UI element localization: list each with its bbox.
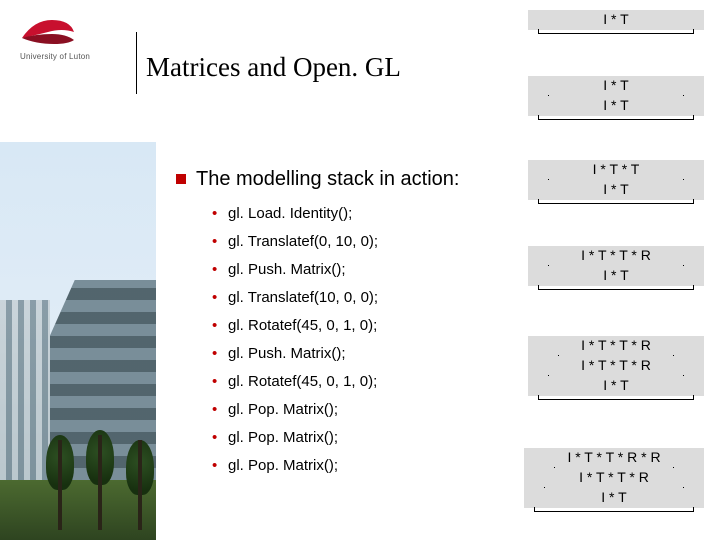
- stack-row-label: I * T: [603, 377, 628, 393]
- code-item: •gl. Push. Matrix();: [212, 256, 378, 284]
- lead-text: The modelling stack in action:: [196, 168, 459, 190]
- stack-row-label: I * T * T * R * R: [567, 449, 660, 465]
- code-item: •gl. Pop. Matrix();: [212, 396, 378, 424]
- stack-row: I * T: [528, 10, 704, 30]
- code-item: •gl. Load. Identity();: [212, 200, 378, 228]
- stack-0: I * T: [528, 10, 704, 30]
- stack-4: I * T * T * R I * T * T * R I * T: [528, 336, 704, 396]
- code-item-text: gl. Translatef(10, 0, 0);: [228, 289, 378, 306]
- code-list: •gl. Load. Identity();•gl. Translatef(0,…: [212, 200, 378, 480]
- bullet-dot-icon: •: [212, 452, 228, 480]
- stack-row-label: I * T: [603, 77, 628, 93]
- code-item-text: gl. Load. Identity();: [228, 205, 352, 222]
- stack-row: I * T: [528, 76, 704, 96]
- logo-swoosh-icon: [18, 14, 78, 50]
- bullet-dot-icon: •: [212, 284, 228, 312]
- code-item-text: gl. Push. Matrix();: [228, 345, 346, 362]
- uni-logo: [18, 14, 78, 50]
- code-item-text: gl. Pop. Matrix();: [228, 457, 338, 474]
- stack-row-label: I * T * T * R: [579, 469, 649, 485]
- header-divider: [136, 32, 137, 94]
- code-item-text: gl. Push. Matrix();: [228, 261, 346, 278]
- code-item-text: gl. Rotatef(45, 0, 1, 0);: [228, 373, 377, 390]
- code-item: •gl. Rotatef(45, 0, 1, 0);: [212, 312, 378, 340]
- stack-row-label: I * T: [603, 181, 628, 197]
- code-item: •gl. Rotatef(45, 0, 1, 0);: [212, 368, 378, 396]
- code-item: •gl. Translatef(10, 0, 0);: [212, 284, 378, 312]
- code-item: •gl. Push. Matrix();: [212, 340, 378, 368]
- stack-row-label: I * T: [601, 489, 626, 505]
- bullet-dot-icon: •: [212, 368, 228, 396]
- bullet-dot-icon: •: [212, 256, 228, 284]
- stack-row-label: I * T: [603, 97, 628, 113]
- slide-title: Matrices and Open. GL: [146, 52, 401, 83]
- stack-1: I * T I * T: [528, 76, 704, 116]
- stack-row-label: I * T * T * R: [581, 247, 651, 263]
- code-item: •gl. Translatef(0, 10, 0);: [212, 228, 378, 256]
- stack-row: I * T * T: [528, 160, 704, 180]
- stack-row: I * T * T * R: [524, 468, 704, 488]
- stack-row-label: I * T: [603, 11, 628, 27]
- bullet-dot-icon: •: [212, 312, 228, 340]
- code-item: •gl. Pop. Matrix();: [212, 424, 378, 452]
- code-item-text: gl. Pop. Matrix();: [228, 429, 338, 446]
- matrix-stacks: I * T I * T I * T I * T * T I * T I * T * …: [530, 0, 720, 540]
- stack-row: I * T * T * R: [528, 336, 704, 356]
- stack-row: I * T: [528, 266, 704, 286]
- stack-row-label: I * T * T * R: [581, 357, 651, 373]
- stack-row: I * T * T * R: [528, 246, 704, 266]
- stack-row-label: I * T: [603, 267, 628, 283]
- bullet-dot-icon: •: [212, 424, 228, 452]
- stack-2: I * T * T I * T: [528, 160, 704, 200]
- lead-bullet: The modelling stack in action:: [176, 168, 459, 191]
- bullet-dot-icon: •: [212, 340, 228, 368]
- bullet-square-icon: [176, 174, 186, 184]
- stack-row: I * T: [528, 376, 704, 396]
- stack-row: I * T: [528, 96, 704, 116]
- code-item: •gl. Pop. Matrix();: [212, 452, 378, 480]
- stack-row: I * T: [528, 180, 704, 200]
- stack-row-label: I * T * T: [593, 161, 640, 177]
- code-item-text: gl. Translatef(0, 10, 0);: [228, 233, 378, 250]
- code-item-text: gl. Pop. Matrix();: [228, 401, 338, 418]
- side-photo: [0, 142, 156, 540]
- bullet-dot-icon: •: [212, 396, 228, 424]
- stack-row-label: I * T * T * R: [581, 337, 651, 353]
- stack-row: I * T: [524, 488, 704, 508]
- logo-text: University of Luton: [20, 52, 90, 61]
- stack-5: I * T * T * R * R I * T * T * R I * T: [524, 448, 704, 508]
- stack-row: I * T * T * R * R: [524, 448, 704, 468]
- stack-3: I * T * T * R I * T: [528, 246, 704, 286]
- code-item-text: gl. Rotatef(45, 0, 1, 0);: [228, 317, 377, 334]
- stack-row: I * T * T * R: [528, 356, 704, 376]
- bullet-dot-icon: •: [212, 200, 228, 228]
- bullet-dot-icon: •: [212, 228, 228, 256]
